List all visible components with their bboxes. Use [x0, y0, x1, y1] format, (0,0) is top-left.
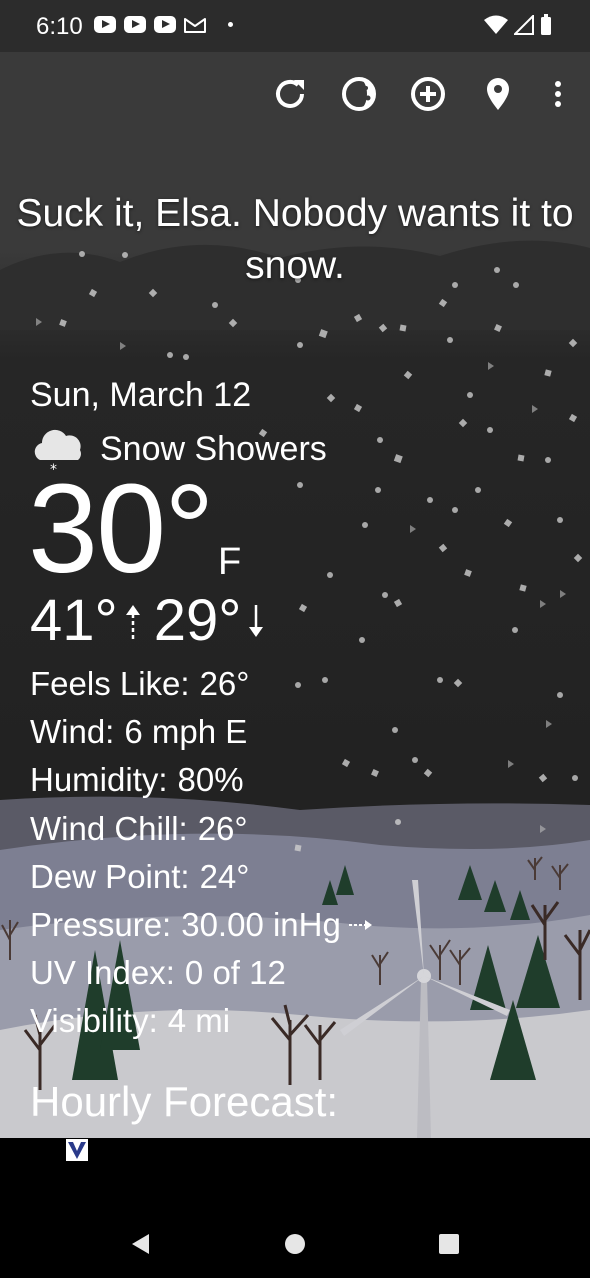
- detail-label: Visibility:: [30, 1002, 158, 1040]
- location-pin-icon[interactable]: [476, 72, 520, 116]
- arrow-up-icon: [125, 605, 140, 639]
- detail-label: UV Index:: [30, 954, 175, 992]
- detail-value: 6 mph E: [124, 713, 248, 751]
- detail-value: 30.00 inHg: [181, 906, 341, 944]
- back-icon[interactable]: [130, 1233, 152, 1255]
- home-icon[interactable]: [284, 1233, 306, 1255]
- status-bar: 6:10: [0, 0, 590, 52]
- high-temperature: 41°: [30, 588, 118, 653]
- weather-details: Feels Like: 26° Wind: 6 mph E Humidity: …: [30, 660, 373, 1046]
- detail-humidity: Humidity: 80%: [30, 756, 373, 804]
- detail-value: 0 of 12: [184, 954, 286, 992]
- wifi-icon: [484, 15, 508, 34]
- ad-banner[interactable]: [0, 1138, 590, 1192]
- detail-wind: Wind: 6 mph E: [30, 708, 373, 756]
- recents-icon[interactable]: [438, 1233, 460, 1255]
- detail-value: 26°: [197, 809, 248, 847]
- detail-value: 4 mi: [167, 1002, 231, 1040]
- detail-value: 26°: [199, 665, 250, 703]
- detail-label: Wind:: [30, 713, 115, 751]
- detail-wind-chill: Wind Chill: 26°: [30, 805, 373, 853]
- youtube-icon: [124, 16, 146, 33]
- youtube-icon: [154, 16, 176, 33]
- high-low-row: 41° 29°: [30, 588, 277, 654]
- hourly-forecast-heading: Hourly Forecast:: [30, 1078, 339, 1125]
- temperature-unit: F: [218, 541, 242, 583]
- signal-icon: [514, 15, 534, 35]
- low-temperature: 29°: [153, 588, 242, 653]
- overflow-menu-icon[interactable]: [536, 72, 580, 116]
- current-temperature: 30°: [28, 458, 215, 599]
- theme-icon[interactable]: [337, 72, 381, 116]
- detail-feels-like: Feels Like: 26°: [30, 660, 373, 708]
- detail-pressure: Pressure: 30.00 inHg: [30, 901, 373, 949]
- notification-icons: [94, 16, 233, 33]
- detail-label: Feels Like:: [30, 665, 190, 703]
- detail-label: Dew Point:: [30, 857, 190, 895]
- gmail-icon: [184, 17, 206, 33]
- forecast-date: Sun, March 12: [30, 376, 252, 414]
- detail-dew-point: Dew Point: 24°: [30, 853, 373, 901]
- detail-value: 24°: [199, 857, 250, 895]
- snarky-tagline: Suck it, Elsa. Nobody wants it to snow.: [16, 192, 574, 287]
- refresh-icon[interactable]: [268, 72, 312, 116]
- ad-choices-icon[interactable]: [66, 1139, 88, 1161]
- add-location-icon[interactable]: [406, 72, 450, 116]
- status-time: 6:10: [36, 13, 83, 40]
- arrow-down-icon: [249, 605, 264, 637]
- detail-label: Humidity:: [30, 761, 168, 799]
- dot-icon: [228, 22, 233, 27]
- detail-label: Wind Chill:: [30, 809, 188, 847]
- pressure-steady-arrow-icon: [348, 920, 372, 931]
- detail-visibility: Visibility: 4 mi: [30, 997, 373, 1045]
- detail-label: Pressure:: [30, 906, 172, 944]
- system-icons: [484, 14, 552, 36]
- detail-value: 80%: [177, 761, 244, 799]
- detail-uv-index: UV Index: 0 of 12: [30, 949, 373, 997]
- battery-icon: [541, 14, 551, 35]
- youtube-icon: [94, 16, 116, 33]
